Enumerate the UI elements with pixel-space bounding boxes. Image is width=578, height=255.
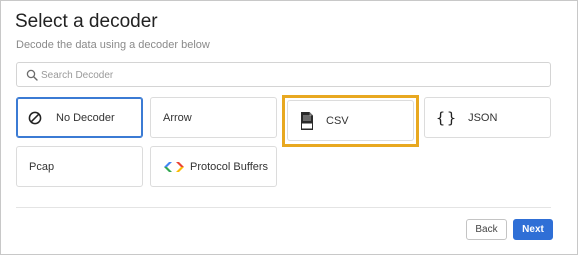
decoder-card-protocol-buffers[interactable]: Protocol Buffers [150,146,277,187]
search-box[interactable] [16,62,551,87]
next-button[interactable]: Next [513,219,553,240]
decoder-label: Pcap [29,160,55,173]
select-decoder-dialog: Select a decoder Decode the data using a… [0,0,578,255]
decoder-card-arrow[interactable]: Arrow [150,97,277,138]
dialog-subtitle: Decode the data using a decoder below [16,39,210,51]
csv-file-icon [300,111,314,131]
decoder-card-json[interactable]: {} JSON [424,97,551,138]
dialog-title: Select a decoder [15,11,158,32]
decoder-label: No Decoder [56,111,115,124]
back-button[interactable]: Back [466,219,507,240]
json-braces-icon: {} [436,108,459,127]
protocol-buffers-icon [164,161,184,173]
decoder-label: Arrow [163,111,192,124]
search-input[interactable] [41,66,541,84]
search-icon [26,69,38,81]
decoder-card-no-decoder[interactable]: No Decoder [16,97,143,138]
decoder-label: CSV [326,114,349,127]
footer-divider [16,207,551,208]
no-decoder-icon [28,111,42,125]
decoder-card-pcap[interactable]: Pcap [16,146,143,187]
decoder-label: Protocol Buffers [190,160,269,173]
decoder-label: JSON [468,111,498,124]
decoder-card-csv[interactable]: CSV [287,100,414,141]
